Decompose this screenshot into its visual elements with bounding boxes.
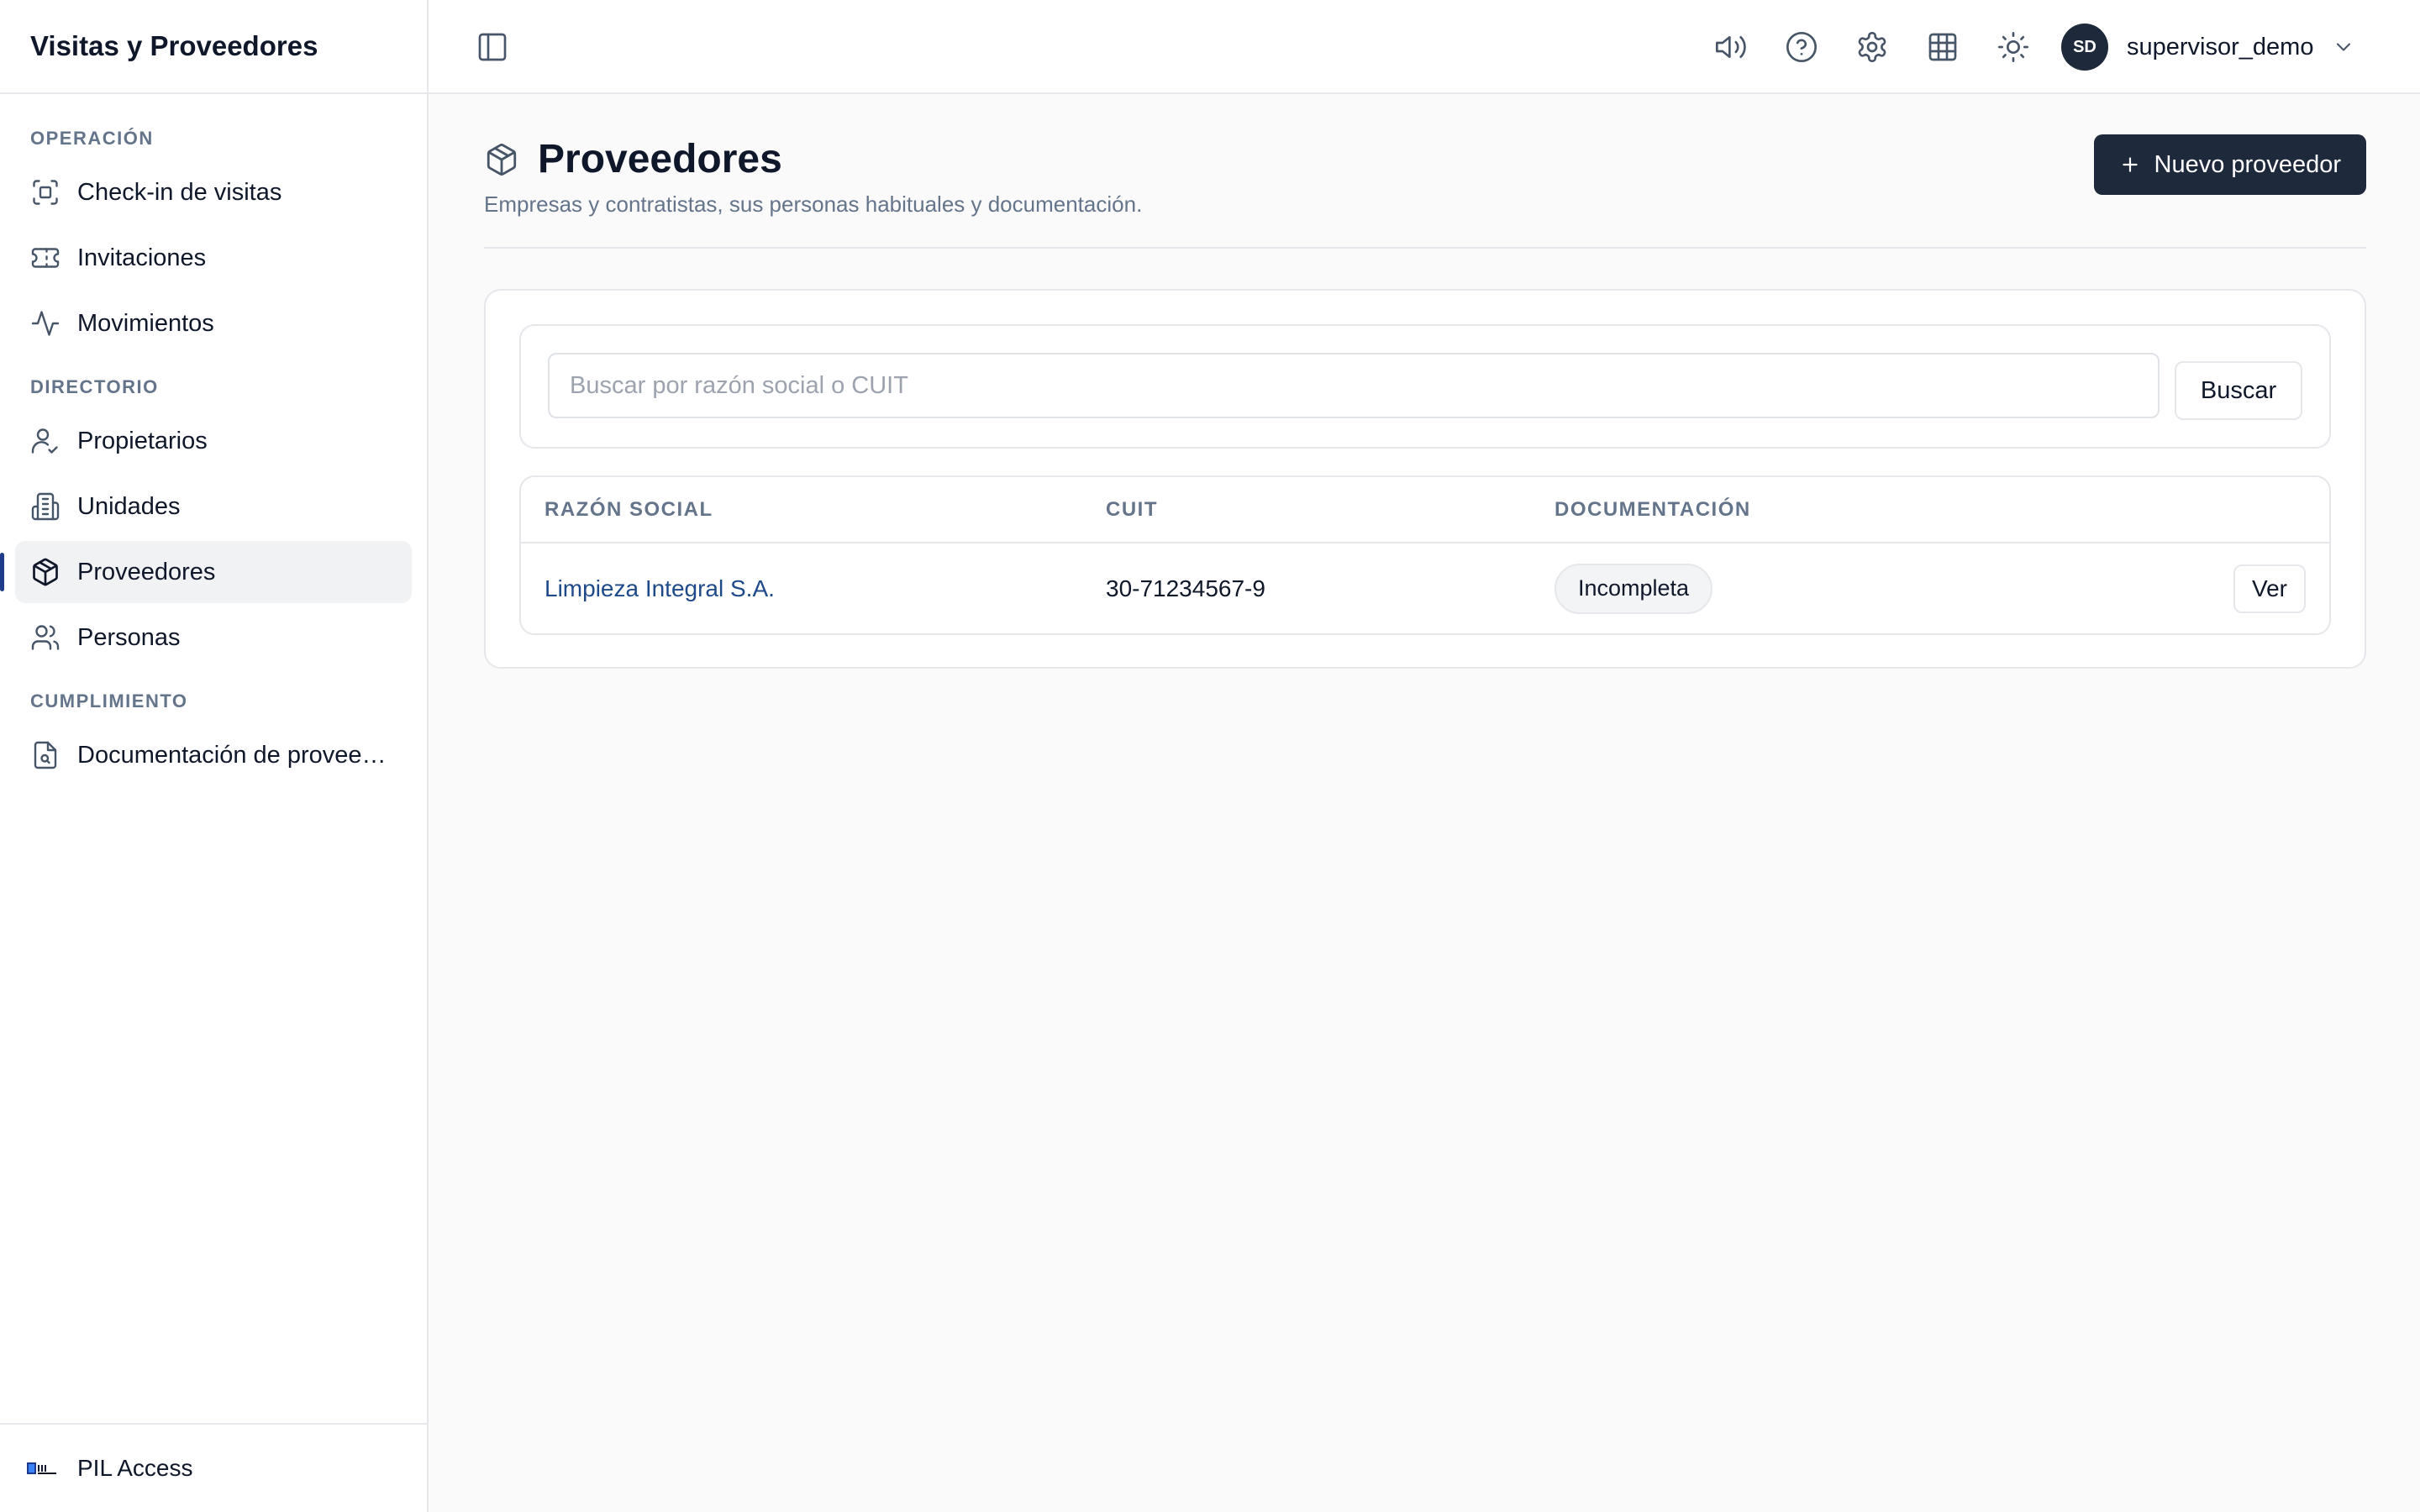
cell-documentacion: Incompleta xyxy=(1555,543,2075,633)
sidebar-item-label: Movimientos xyxy=(77,309,214,337)
page-header: Proveedores Empresas y contratistas, sus… xyxy=(484,94,2366,249)
providers-card: Buscar RAZÓN SOCIAL CUIT DOCUMENTACIÓN L… xyxy=(484,289,2366,669)
search-panel: Buscar xyxy=(519,324,2331,449)
user-menu[interactable]: SD supervisor_demo xyxy=(2061,24,2355,71)
sidebar-item-label: Check-in de visitas xyxy=(77,178,282,206)
user-check-icon xyxy=(31,428,58,454)
sidebar-item-documentacion[interactable]: Documentación de proveedores xyxy=(15,724,412,786)
help-icon[interactable] xyxy=(1785,30,1818,64)
nav-section-cumplimiento: CUMPLIMIENTO xyxy=(30,690,188,711)
active-indicator xyxy=(0,553,4,591)
cell-razon-social: Limpieza Integral S.A. xyxy=(521,543,1106,633)
building-icon xyxy=(31,492,60,521)
provider-link[interactable]: Limpieza Integral S.A. xyxy=(544,575,775,601)
search-button[interactable]: Buscar xyxy=(2175,361,2302,420)
nav-section-operacion: OPERACIÓN xyxy=(30,128,154,149)
view-button[interactable]: Ver xyxy=(2233,564,2306,613)
header-actions xyxy=(2075,477,2329,543)
package-icon xyxy=(33,558,58,586)
ticket-icon xyxy=(31,248,60,268)
sidebar-item-unidades[interactable]: Unidades xyxy=(15,475,412,538)
plus-icon xyxy=(2122,157,2138,172)
avatar: SD xyxy=(2061,24,2108,71)
new-provider-label: Nuevo proveedor xyxy=(2154,150,2341,178)
sidebar-item-label: Personas xyxy=(77,623,181,651)
sidebar-item-propietarios[interactable]: Propietarios xyxy=(15,410,412,472)
sidebar-toggle-icon[interactable] xyxy=(476,30,509,64)
sidebar-item-invitaciones[interactable]: Invitaciones xyxy=(15,227,412,289)
sidebar-nav: OPERACIÓN Check-in de visitas Invitacion… xyxy=(0,94,427,786)
app-title: Visitas y Proveedores xyxy=(30,30,318,61)
table-row: Limpieza Integral S.A. 30-71234567-9 Inc… xyxy=(521,543,2329,633)
sidebar-item-label: Propietarios xyxy=(77,427,208,454)
main-content: Proveedores Empresas y contratistas, sus… xyxy=(484,94,2366,669)
activity-icon xyxy=(31,311,60,336)
chevron-down-icon xyxy=(2337,43,2351,51)
sidebar-item-label: Invitaciones xyxy=(77,244,207,271)
page-title: Proveedores xyxy=(538,137,782,181)
table-header-row: RAZÓN SOCIAL CUIT DOCUMENTACIÓN xyxy=(521,477,2329,543)
cell-cuit: 30-71234567-9 xyxy=(1106,575,1265,601)
users-icon xyxy=(31,625,60,650)
sidebar-item-label: Unidades xyxy=(77,492,181,520)
sidebar-item-label: Documentación de proveedores xyxy=(77,741,397,769)
sidebar-item-personas[interactable]: Personas xyxy=(15,606,412,669)
username: supervisor_demo xyxy=(2127,33,2314,60)
header-razon-social[interactable]: RAZÓN SOCIAL xyxy=(521,477,1106,543)
page-subtitle: Empresas y contratistas, sus personas ha… xyxy=(484,192,1143,217)
header-documentacion[interactable]: DOCUMENTACIÓN xyxy=(1555,477,2075,543)
brand-logo-icon xyxy=(27,1462,56,1474)
providers-table: RAZÓN SOCIAL CUIT DOCUMENTACIÓN Limpieza… xyxy=(519,475,2331,635)
brand-name: PIL Access xyxy=(77,1455,193,1481)
megaphone-icon[interactable] xyxy=(1714,30,1748,64)
new-provider-button[interactable]: Nuevo proveedor xyxy=(2093,134,2366,195)
title-row: Proveedores xyxy=(484,136,782,182)
settings-icon[interactable] xyxy=(1855,30,1889,64)
scan-icon xyxy=(33,180,58,205)
sidebar-item-label: Proveedores xyxy=(77,558,216,585)
sidebar-item-proveedores[interactable]: Proveedores xyxy=(0,541,412,603)
sidebar-item-movimientos[interactable]: Movimientos xyxy=(15,292,412,354)
sidebar-item-check-in[interactable]: Check-in de visitas xyxy=(15,161,412,223)
sidebar-footer[interactable]: PIL Access xyxy=(0,1423,427,1512)
nav-section-directorio: DIRECTORIO xyxy=(30,376,159,397)
file-search-icon xyxy=(34,741,57,769)
sidebar: Visitas y Proveedores OPERACIÓN Check-in… xyxy=(0,0,429,1512)
cell-actions: Ver xyxy=(2075,543,2329,633)
sidebar-header: Visitas y Proveedores xyxy=(0,0,427,94)
search-input[interactable] xyxy=(548,353,2160,418)
grid-icon[interactable] xyxy=(1926,30,1960,64)
package-icon xyxy=(487,143,517,176)
header-cuit[interactable]: CUIT xyxy=(1106,477,1555,543)
status-badge: Incompleta xyxy=(1555,563,1713,614)
topbar: SD supervisor_demo xyxy=(429,0,2420,94)
sun-icon[interactable] xyxy=(1996,30,2030,64)
